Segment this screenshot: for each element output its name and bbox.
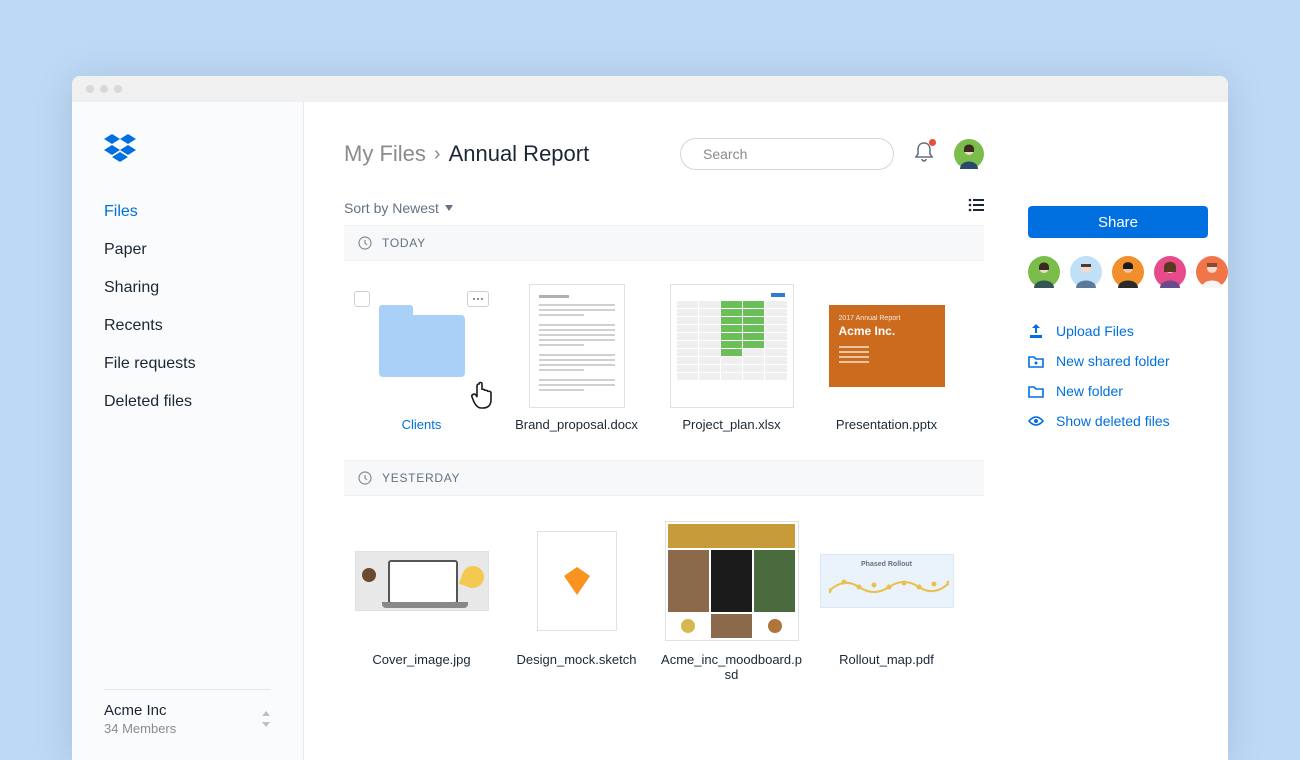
member-avatar[interactable] <box>1154 256 1186 288</box>
org-members: 34 Members <box>104 721 176 736</box>
file-tile-cover-image[interactable]: Cover_image.jpg <box>344 516 499 682</box>
list-icon <box>968 198 984 212</box>
eye-icon <box>1028 413 1044 429</box>
sidebar-item-sharing[interactable]: Sharing <box>104 269 303 307</box>
org-name: Acme Inc <box>104 702 176 719</box>
search-box[interactable] <box>680 138 894 170</box>
traffic-zoom[interactable] <box>114 85 122 93</box>
file-tile-brand-proposal[interactable]: Brand_proposal.docx <box>499 281 654 432</box>
ppt-subtitle: 2017 Annual Report <box>839 315 935 322</box>
file-name: Presentation.pptx <box>809 417 964 432</box>
sketch-thumbnail <box>537 531 617 631</box>
file-tile-design-mock[interactable]: Design_mock.sketch <box>499 516 654 682</box>
group-label: YESTERDAY <box>382 471 460 485</box>
file-tile-moodboard[interactable]: Acme_inc_moodboard.psd <box>654 516 809 682</box>
file-name: Acme_inc_moodboard.psd <box>654 652 809 682</box>
action-label: Show deleted files <box>1056 413 1170 429</box>
file-grid-yesterday: Cover_image.jpg Design_mock.sketch <box>344 496 984 702</box>
file-name: Design_mock.sketch <box>499 652 654 667</box>
ppt-thumbnail: 2017 Annual Report Acme Inc. <box>829 305 945 387</box>
ppt-title: Acme Inc. <box>839 324 935 338</box>
quick-actions: Upload Files New shared folder New folde… <box>1028 316 1208 436</box>
group-label: TODAY <box>382 236 426 250</box>
upload-icon <box>1028 323 1044 339</box>
action-label: Upload Files <box>1056 323 1134 339</box>
more-button[interactable] <box>467 291 489 307</box>
org-switcher[interactable]: Acme Inc 34 Members <box>104 702 303 760</box>
action-show-deleted[interactable]: Show deleted files <box>1028 406 1208 436</box>
action-upload-files[interactable]: Upload Files <box>1028 316 1208 346</box>
notification-dot <box>929 139 936 146</box>
file-tile-project-plan[interactable]: Project_plan.xlsx <box>654 281 809 432</box>
sidebar-nav: Files Paper Sharing Recents File request… <box>104 193 303 421</box>
file-name: Rollout_map.pdf <box>809 652 964 667</box>
caret-down-icon <box>445 205 453 211</box>
action-new-folder[interactable]: New folder <box>1028 376 1208 406</box>
select-checkbox[interactable] <box>354 291 370 307</box>
app-window: Files Paper Sharing Recents File request… <box>72 76 1228 760</box>
file-tile-presentation[interactable]: 2017 Annual Report Acme Inc. Presentatio… <box>809 281 964 432</box>
action-new-shared-folder[interactable]: New shared folder <box>1028 346 1208 376</box>
notifications-button[interactable] <box>914 141 934 168</box>
sidebar-item-paper[interactable]: Paper <box>104 231 303 269</box>
rollout-title: Phased Rollout <box>829 561 945 568</box>
share-button[interactable]: Share <box>1028 206 1208 238</box>
cursor-hand-icon <box>469 380 497 415</box>
file-name: Clients <box>344 417 499 432</box>
psd-thumbnail <box>665 521 799 641</box>
action-label: New folder <box>1056 383 1123 399</box>
right-pane: Share Upload Files New shared folde <box>1008 102 1228 760</box>
content: My Files › Annual Report <box>304 102 1008 760</box>
shared-folder-icon <box>1028 353 1044 369</box>
file-name: Project_plan.xlsx <box>654 417 809 432</box>
breadcrumb-root[interactable]: My Files <box>344 141 426 167</box>
user-avatar[interactable] <box>954 139 984 169</box>
image-thumbnail <box>355 551 489 611</box>
clock-icon <box>358 471 372 485</box>
window-titlebar <box>72 76 1228 102</box>
pdf-thumbnail: Phased Rollout <box>820 554 954 608</box>
sort-dropdown[interactable]: Sort by Newest <box>344 200 453 216</box>
sidebar-item-file-requests[interactable]: File requests <box>104 345 303 383</box>
folder-icon <box>379 315 465 377</box>
group-header-today: TODAY <box>344 225 984 261</box>
clock-icon <box>358 236 372 250</box>
doc-thumbnail <box>529 284 625 408</box>
breadcrumb: My Files › Annual Report <box>344 141 589 167</box>
breadcrumb-current: Annual Report <box>449 141 590 167</box>
file-name: Brand_proposal.docx <box>499 417 654 432</box>
new-folder-icon <box>1028 383 1044 399</box>
updown-icon <box>261 711 271 727</box>
sketch-icon <box>562 567 592 595</box>
sheet-thumbnail <box>670 284 794 408</box>
list-view-toggle[interactable] <box>968 198 984 217</box>
file-name: Cover_image.jpg <box>344 652 499 667</box>
folder-tile-clients[interactable]: Clients <box>344 281 499 432</box>
sidebar-item-files[interactable]: Files <box>104 193 303 231</box>
member-avatar[interactable] <box>1070 256 1102 288</box>
dropbox-logo[interactable] <box>104 134 303 167</box>
chevron-right-icon: › <box>434 143 441 166</box>
main-area: My Files › Annual Report <box>304 102 1228 760</box>
traffic-close[interactable] <box>86 85 94 93</box>
file-grid-today: Clients B <box>344 261 984 452</box>
sidebar: Files Paper Sharing Recents File request… <box>72 102 304 760</box>
traffic-minimize[interactable] <box>100 85 108 93</box>
file-tile-rollout-map[interactable]: Phased Rollout Rollout_map.pdf <box>809 516 964 682</box>
member-avatar[interactable] <box>1196 256 1228 288</box>
member-avatar[interactable] <box>1028 256 1060 288</box>
group-header-yesterday: YESTERDAY <box>344 460 984 496</box>
sidebar-item-recents[interactable]: Recents <box>104 307 303 345</box>
shared-members <box>1028 256 1208 288</box>
sidebar-item-deleted-files[interactable]: Deleted files <box>104 383 303 421</box>
search-input[interactable] <box>703 146 884 162</box>
sort-label: Sort by Newest <box>344 200 439 216</box>
member-avatar[interactable] <box>1112 256 1144 288</box>
action-label: New shared folder <box>1056 353 1170 369</box>
